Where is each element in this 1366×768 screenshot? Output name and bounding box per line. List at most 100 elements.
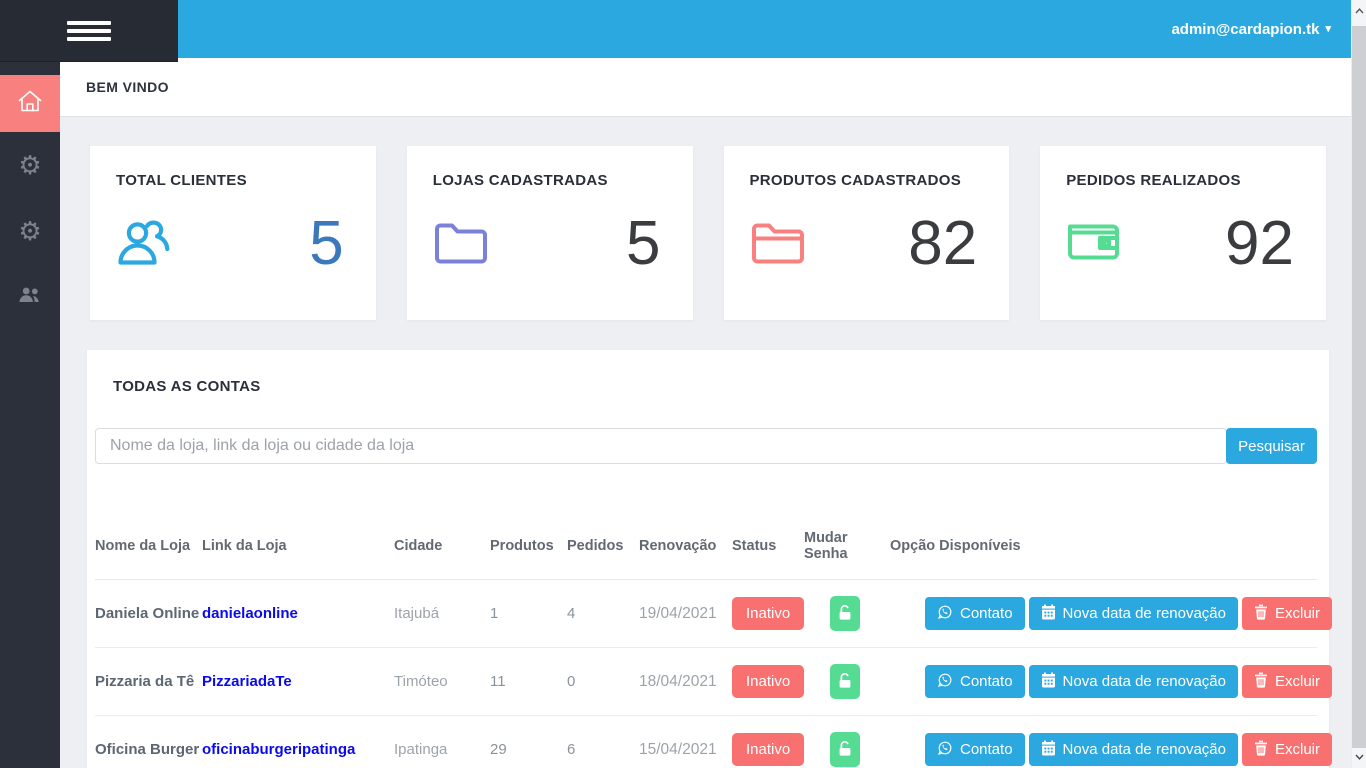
calendar-icon	[1041, 604, 1056, 624]
status-badge: Inativo	[732, 665, 804, 698]
column-header-pedidos: Pedidos	[567, 504, 639, 580]
users-outline-icon	[116, 217, 174, 272]
wallet-icon	[1066, 219, 1122, 270]
stat-value: 82	[908, 213, 977, 275]
trash-icon	[1254, 672, 1268, 692]
change-password-button[interactable]	[830, 732, 860, 767]
lock-icon	[838, 672, 852, 692]
store-renewal-date: 15/04/2021	[639, 716, 732, 768]
search-button[interactable]: Pesquisar	[1226, 428, 1317, 464]
stat-label: TOTAL CLIENTES	[116, 172, 350, 189]
store-orders-count: 4	[567, 580, 639, 648]
breadcrumb-bar: BEM VINDO	[60, 58, 1351, 117]
table-row: Oficina Burger oficinaburgeripatinga Ipa…	[95, 716, 1317, 768]
panel-title: TODAS AS CONTAS	[113, 378, 1317, 395]
stat-value: 5	[626, 213, 660, 275]
stat-label: PEDIDOS REALIZADOS	[1066, 172, 1300, 189]
accounts-panel: TODAS AS CONTAS Pesquisar Nome da Loja L…	[87, 350, 1329, 768]
folder-icon	[433, 219, 489, 270]
gear-icon: ⚙	[18, 218, 41, 244]
store-products-count: 1	[490, 580, 567, 648]
renew-date-button[interactable]: Nova data de renovação	[1029, 733, 1238, 766]
store-name: Pizzaria da Tê	[95, 648, 202, 716]
stat-card-total-clientes: TOTAL CLIENTES 5	[90, 146, 376, 320]
chevron-down-icon: ▾	[1325, 24, 1331, 35]
status-badge: Inativo	[732, 597, 804, 630]
store-city: Ipatinga	[394, 716, 490, 768]
stat-label: LOJAS CADASTRADAS	[433, 172, 667, 189]
renew-date-button[interactable]: Nova data de renovação	[1029, 597, 1238, 630]
sidebar-item-settings-2[interactable]: ⚙	[0, 198, 60, 264]
stat-card-pedidos-realizados: PEDIDOS REALIZADOS 92	[1040, 146, 1326, 320]
whatsapp-icon	[937, 740, 953, 760]
status-badge: Inativo	[732, 733, 804, 766]
column-header-produtos: Produtos	[490, 504, 567, 580]
home-icon	[17, 89, 43, 118]
change-password-button[interactable]	[830, 596, 860, 631]
store-renewal-date: 19/04/2021	[639, 580, 732, 648]
renew-date-button[interactable]: Nova data de renovação	[1029, 665, 1238, 698]
column-header-nome-da-loja: Nome da Loja	[95, 504, 202, 580]
sidebar-item-settings-1[interactable]: ⚙	[0, 132, 60, 198]
folder-open-icon	[750, 219, 806, 270]
store-link[interactable]: danielaonline	[202, 605, 298, 622]
stat-cards: TOTAL CLIENTES 5 LOJAS CADASTRADAS	[90, 146, 1326, 320]
user-menu[interactable]: admin@cardapion.tk ▾	[1171, 21, 1331, 38]
lock-icon	[838, 604, 852, 624]
scroll-up-arrow[interactable]	[1353, 4, 1366, 18]
column-header-cidade: Cidade	[394, 504, 490, 580]
contact-button[interactable]: Contato	[925, 733, 1025, 766]
main-content: TOTAL CLIENTES 5 LOJAS CADASTRADAS	[60, 117, 1351, 768]
column-header-status: Status	[732, 504, 804, 580]
sidebar-item-home[interactable]	[0, 75, 60, 132]
stat-card-produtos-cadastrados: PRODUTOS CADASTRADOS 82	[724, 146, 1010, 320]
whatsapp-icon	[937, 604, 953, 624]
stat-value: 92	[1225, 213, 1294, 275]
accounts-table: Nome da Loja Link da Loja Cidade Produto…	[95, 504, 1317, 768]
trash-icon	[1254, 604, 1268, 624]
store-name: Oficina Burger	[95, 716, 202, 768]
delete-button[interactable]: Excluir	[1242, 665, 1332, 698]
store-products-count: 29	[490, 716, 567, 768]
stat-label: PRODUTOS CADASTRADOS	[750, 172, 984, 189]
column-header-renovacao: Renovação	[639, 504, 732, 580]
store-orders-count: 6	[567, 716, 639, 768]
delete-button[interactable]: Excluir	[1242, 597, 1332, 630]
store-orders-count: 0	[567, 648, 639, 716]
page-scrollbar[interactable]	[1351, 0, 1366, 768]
calendar-icon	[1041, 740, 1056, 760]
lock-icon	[838, 740, 852, 760]
gear-icon: ⚙	[18, 152, 41, 178]
store-city: Itajubá	[394, 580, 490, 648]
contact-button[interactable]: Contato	[925, 665, 1025, 698]
page-title: BEM VINDO	[86, 79, 169, 95]
table-row: Pizzaria da Tê PizzariadaTe Timóteo 11 0…	[95, 648, 1317, 716]
users-icon	[18, 286, 42, 309]
change-password-button[interactable]	[830, 664, 860, 699]
hamburger-icon	[67, 17, 111, 45]
user-email: admin@cardapion.tk	[1171, 21, 1319, 38]
column-header-opcao-disponiveis: Opção Disponíveis	[890, 504, 1317, 580]
store-renewal-date: 18/04/2021	[639, 648, 732, 716]
delete-button[interactable]: Excluir	[1242, 733, 1332, 766]
sidebar-toggle-button[interactable]	[0, 0, 178, 62]
store-products-count: 11	[490, 648, 567, 716]
table-row: Daniela Online danielaonline Itajubá 1 4…	[95, 580, 1317, 648]
search-input[interactable]	[95, 428, 1227, 464]
store-city: Timóteo	[394, 648, 490, 716]
column-header-mudar-senha: Mudar Senha	[804, 504, 890, 580]
store-link[interactable]: oficinaburgeripatinga	[202, 741, 355, 758]
store-name: Daniela Online	[95, 580, 202, 648]
topbar: admin@cardapion.tk ▾	[60, 0, 1351, 58]
contact-button[interactable]: Contato	[925, 597, 1025, 630]
whatsapp-icon	[937, 672, 953, 692]
trash-icon	[1254, 740, 1268, 760]
stat-value: 5	[309, 213, 343, 275]
scrollbar-thumb[interactable]	[1352, 26, 1366, 748]
sidebar-item-users[interactable]	[0, 264, 60, 330]
scroll-down-arrow[interactable]	[1353, 750, 1366, 764]
calendar-icon	[1041, 672, 1056, 692]
store-link[interactable]: PizzariadaTe	[202, 673, 292, 690]
stat-card-lojas-cadastradas: LOJAS CADASTRADAS 5	[407, 146, 693, 320]
sidebar: ⚙ ⚙	[0, 0, 60, 768]
